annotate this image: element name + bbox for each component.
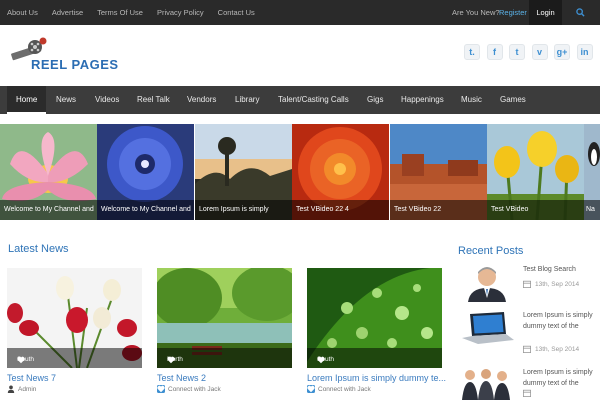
calendar-icon: [523, 280, 531, 288]
slide[interactable]: Test VBideo 22: [390, 124, 487, 220]
slide[interactable]: Na: [584, 124, 600, 220]
slide[interactable]: Test VBideo: [487, 124, 584, 220]
recent-post-title[interactable]: Test Blog Search: [523, 264, 597, 275]
news-tag[interactable]: South: [317, 356, 334, 364]
nav-item-happenings[interactable]: Happenings: [401, 86, 444, 114]
news-thumbnail[interactable]: North: [157, 268, 292, 368]
google-plus-icon[interactable]: g+: [554, 44, 570, 60]
news-author: Connect with Jack: [318, 385, 371, 393]
news-card: South Test News 7 Admin: [7, 268, 142, 393]
heart-icon: [317, 356, 325, 364]
slide[interactable]: Welcome to My Channel and: [97, 124, 194, 220]
news-title[interactable]: Test News 7: [7, 373, 56, 383]
nav-item-news[interactable]: News: [56, 86, 76, 114]
nav-item-music[interactable]: Music: [461, 86, 482, 114]
recent-post-date-text: 13th, Sep 2014: [535, 345, 580, 353]
nav-item-videos[interactable]: Videos: [95, 86, 119, 114]
slide[interactable]: Welcome to My Channel and: [0, 124, 97, 220]
calendar-icon: [523, 389, 531, 397]
facebook-icon[interactable]: f: [486, 44, 503, 60]
slide[interactable]: Test VBideo 22 4: [292, 124, 389, 220]
top-link-about-us[interactable]: About Us: [7, 8, 38, 17]
news-meta: Connect with Jack: [157, 385, 221, 393]
search-icon: [575, 8, 585, 17]
register-link[interactable]: Register: [499, 8, 527, 17]
facebook-connect-icon: [307, 385, 315, 393]
news-tag[interactable]: North: [167, 356, 183, 364]
news-meta: Admin: [7, 385, 36, 393]
twitter-icon[interactable]: t: [509, 44, 525, 60]
news-author: Connect with Jack: [168, 385, 221, 393]
slide-caption: Welcome to My Channel and: [0, 200, 97, 220]
social-links: t. f t v g+ in: [464, 44, 599, 60]
news-thumbnail[interactable]: South: [7, 268, 142, 368]
laptop-image: [458, 310, 516, 346]
recent-post-title[interactable]: Lorem Ipsum is simply dummy text of the: [523, 367, 597, 389]
search-button[interactable]: [566, 0, 594, 25]
nav-item-gigs[interactable]: Gigs: [367, 86, 383, 114]
nav-item-home[interactable]: Home: [7, 86, 47, 114]
main-nav: Home News Videos Reel Talk Vendors Libra…: [0, 86, 600, 114]
top-link-terms-of-use[interactable]: Terms Of Use: [97, 8, 143, 17]
recent-posts-heading: Recent Posts: [458, 245, 524, 257]
logo-text: REEL PAGES: [31, 57, 119, 72]
news-author: Admin: [18, 385, 37, 393]
slide-caption: Test VBideo 22: [390, 200, 487, 220]
news-thumbnail[interactable]: South: [307, 268, 442, 368]
vimeo-icon[interactable]: v: [531, 44, 548, 60]
nav-item-talent-casting-calls[interactable]: Talent/Casting Calls: [278, 86, 349, 114]
top-bar: About Us Advertise Terms Of Use Privacy …: [0, 0, 600, 25]
nav-item-reel-talk[interactable]: Reel Talk: [137, 86, 170, 114]
nav-item-library[interactable]: Library: [235, 86, 259, 114]
top-links: About Us Advertise Terms Of Use Privacy …: [7, 0, 269, 25]
slide-caption: Lorem Ipsum is simply: [195, 200, 292, 220]
recent-post-thumbnail[interactable]: [458, 367, 516, 400]
news-card: South Lorem Ipsum is simply dummy te... …: [307, 268, 446, 393]
recent-post-date: [523, 389, 535, 397]
latest-news-heading: Latest News: [8, 243, 69, 255]
business-team-image: [458, 367, 516, 400]
news-tag[interactable]: South: [17, 356, 34, 364]
businessman-image: [458, 264, 516, 302]
heart-icon: [17, 356, 25, 364]
are-you-new-label: Are You New?: [452, 8, 500, 17]
news-title[interactable]: Test News 2: [157, 373, 206, 383]
linkedin-icon[interactable]: in: [576, 44, 593, 60]
login-button[interactable]: Login: [529, 0, 562, 25]
recent-post-date-text: 13th, Sep 2014: [535, 280, 580, 288]
site-logo[interactable]: REEL PAGES: [9, 37, 118, 73]
news-title[interactable]: Lorem Ipsum is simply dummy te...: [307, 373, 446, 383]
site-header: REEL PAGES t. f t v g+ in: [0, 25, 600, 86]
featured-slider: Welcome to My Channel and Welcome to My …: [0, 124, 600, 220]
nav-item-vendors[interactable]: Vendors: [187, 86, 216, 114]
calendar-icon: [523, 345, 531, 353]
news-card: North Test News 2 Connect with Jack: [157, 268, 292, 393]
recent-post-date: 13th, Sep 2014: [523, 345, 579, 353]
slide-caption: Na: [584, 200, 600, 220]
recent-post-title[interactable]: Lorem Ipsum is simply dummy text of the: [523, 310, 597, 332]
slide-caption: Test VBideo: [487, 200, 584, 220]
recent-post-date: 13th, Sep 2014: [523, 280, 579, 288]
tumblr-icon[interactable]: t.: [464, 44, 480, 60]
top-link-contact-us[interactable]: Contact Us: [218, 8, 255, 17]
user-icon: [7, 385, 15, 393]
nav-item-games[interactable]: Games: [500, 86, 526, 114]
top-link-privacy-policy[interactable]: Privacy Policy: [157, 8, 204, 17]
slide-caption: Welcome to My Channel and: [97, 200, 194, 220]
top-link-advertise[interactable]: Advertise: [52, 8, 83, 17]
heart-icon: [167, 356, 175, 364]
slide-caption: Test VBideo 22 4: [292, 200, 389, 220]
slide[interactable]: Lorem Ipsum is simply: [195, 124, 292, 220]
facebook-connect-icon: [157, 385, 165, 393]
news-meta: Connect with Jack: [307, 385, 371, 393]
recent-post-thumbnail[interactable]: [458, 310, 516, 346]
recent-post-thumbnail[interactable]: [458, 264, 516, 302]
